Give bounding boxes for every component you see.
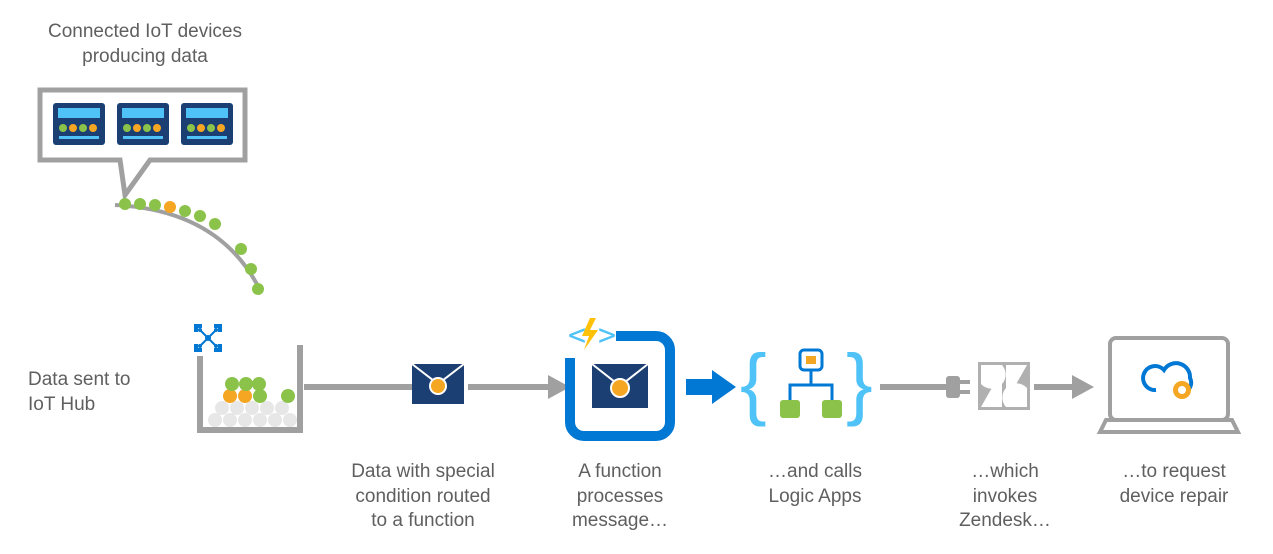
- azure-function-icon: < >: [560, 310, 616, 358]
- label-line: Data with special: [351, 461, 495, 482]
- label-line: …and calls: [768, 461, 862, 482]
- svg-text:{: {: [740, 338, 767, 427]
- label-line: Logic Apps: [769, 486, 862, 507]
- connector-logic-to-zendesk: [880, 376, 970, 398]
- label-line: …to request: [1122, 461, 1226, 482]
- function-label: A function processes message…: [555, 460, 685, 534]
- iot-devices-callout: [40, 90, 245, 195]
- laptop-icon: [1100, 338, 1238, 432]
- label-line: …which: [971, 461, 1039, 482]
- label-line: Data sent to: [28, 369, 130, 390]
- label-line: condition routed: [355, 486, 490, 507]
- label-line: Zendesk…: [959, 510, 1051, 531]
- label-line: device repair: [1120, 486, 1229, 507]
- label-line: processes: [577, 486, 664, 507]
- devices-title-label: Connected IoT devices producing data: [30, 20, 260, 69]
- envelope-routed-icon: [412, 364, 464, 404]
- label-line: message…: [572, 510, 668, 531]
- label-line: A function: [578, 461, 661, 482]
- iot-hub-bucket: [200, 345, 300, 430]
- label-line: IoT Hub: [28, 394, 95, 415]
- label-line: producing data: [82, 46, 208, 67]
- zendesk-icon: [978, 362, 1030, 410]
- repair-label: …to request device repair: [1104, 460, 1244, 509]
- logic-apps-label: …and calls Logic Apps: [750, 460, 880, 509]
- arrow-function-to-logic: [686, 370, 736, 404]
- label-line: Connected IoT devices: [48, 21, 242, 42]
- arrow-zendesk-to-laptop: [1034, 375, 1094, 399]
- label-line: invokes: [973, 486, 1037, 507]
- data-stream-curve: [115, 198, 264, 295]
- zendesk-label: …which invokes Zendesk…: [950, 460, 1060, 534]
- svg-text:>: >: [598, 318, 616, 353]
- svg-text:}: }: [846, 338, 873, 427]
- logic-apps-icon: { }: [740, 338, 873, 427]
- iot-hub-label: Data sent to IoT Hub: [28, 368, 168, 417]
- label-line: to a function: [371, 510, 475, 531]
- routed-label: Data with special condition routed to a …: [328, 460, 518, 534]
- arrow-envelope-to-function: [468, 375, 570, 399]
- iot-hub-icon: [190, 320, 226, 356]
